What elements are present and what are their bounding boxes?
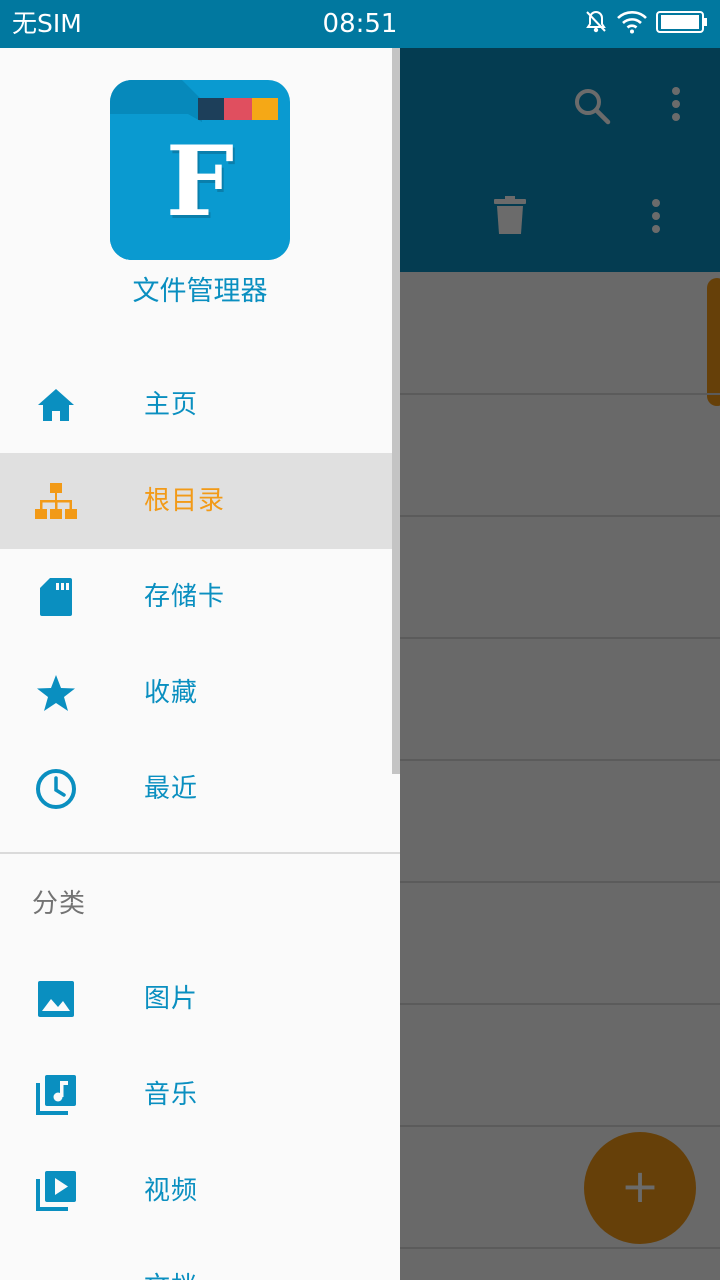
nav-label-root: 根目录 (144, 486, 226, 516)
nav-item-home[interactable]: 主页 (0, 357, 392, 453)
drawer-divider (0, 852, 400, 854)
video-library-icon (34, 1171, 78, 1211)
clock-icon (34, 769, 78, 809)
battery-icon (656, 10, 708, 38)
alarm-off-icon (584, 9, 608, 39)
nav-item-favorites[interactable]: 收藏 (0, 645, 392, 741)
app-name: 文件管理器 (132, 276, 268, 307)
sd-card-icon (34, 577, 78, 617)
star-icon (34, 673, 78, 713)
drawer-scrollbar[interactable] (392, 48, 400, 774)
nav-label-recent: 最近 (144, 774, 199, 804)
nav-item-images[interactable]: 图片 (0, 951, 392, 1047)
nav-label-home: 主页 (144, 390, 199, 420)
nav-label-sdcard: 存储卡 (144, 582, 226, 612)
nav-item-music[interactable]: 音乐 (0, 1047, 392, 1143)
music-library-icon (34, 1075, 78, 1115)
nav-label-favorites: 收藏 (144, 678, 199, 708)
nav-label-music: 音乐 (144, 1080, 199, 1110)
sitemap-icon (34, 481, 78, 521)
nav-item-root[interactable]: 根目录 (0, 453, 392, 549)
nav-item-sdcard[interactable]: 存储卡 (0, 549, 392, 645)
section-title-categories: 分类 (32, 889, 87, 919)
nav-item-documents[interactable]: 文档 (0, 1239, 392, 1280)
status-bar: 无SIM 08:51 (0, 0, 720, 48)
nav-label-video: 视频 (144, 1176, 199, 1206)
nav-label-documents: 文档 (144, 1239, 198, 1280)
logo-letter: F (166, 125, 234, 238)
nav-item-recent[interactable]: 最近 (0, 741, 392, 837)
nav-item-video[interactable]: 视频 (0, 1143, 392, 1239)
image-icon (34, 979, 78, 1019)
nav-label-images: 图片 (144, 984, 199, 1014)
home-icon (34, 385, 78, 425)
wifi-icon (616, 10, 648, 38)
navigation-drawer: F F 文件管理器 主页 根目录 存储卡 收藏 最近 分类 图片 音乐 视频 (0, 48, 400, 1280)
status-icons (584, 10, 708, 38)
app-logo: F F (110, 80, 290, 260)
documents-icon (34, 1267, 78, 1280)
